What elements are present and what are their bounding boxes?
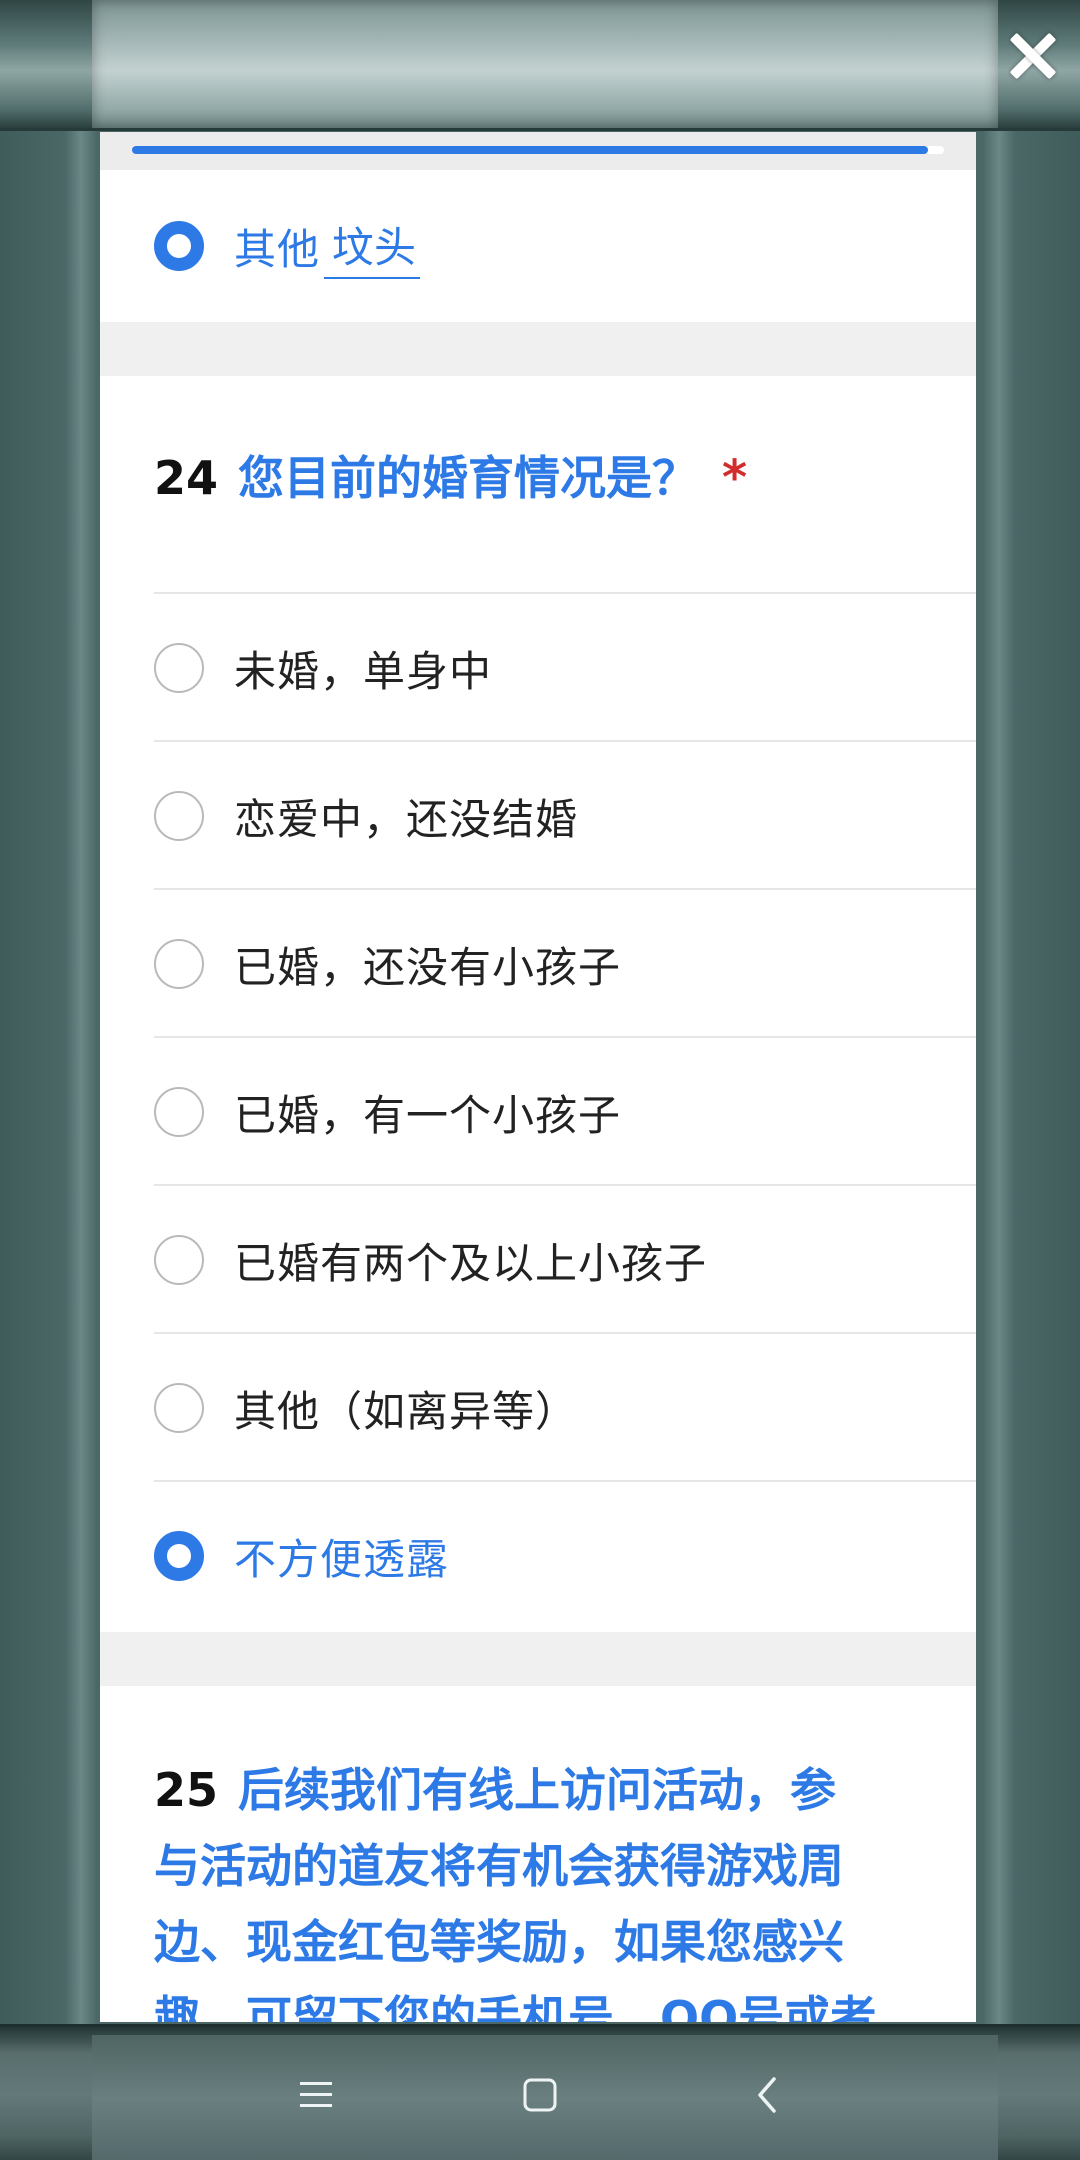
question-25-title: 25 后续我们有线上访问活动，参 与活动的道友将有机会获得游戏周 边、现金红包等奖…	[154, 1752, 944, 2022]
radio-button-checked[interactable]	[154, 1531, 204, 1581]
option-label: 其他	[234, 224, 321, 274]
question-text-line: 后续我们有线上访问活动，参	[238, 1763, 837, 1817]
option-label: 已婚有两个及以上小孩子	[234, 1238, 708, 1288]
top-bar	[0, 0, 1080, 131]
question-number: 24	[154, 451, 219, 505]
question-24-option[interactable]: 已婚，还没有小孩子	[154, 888, 976, 1038]
option-label: 已婚，有一个小孩子	[234, 1090, 622, 1140]
question-text-line: 边、现金红包等奖励，如果您感兴	[154, 1915, 844, 1969]
radio-button-checked[interactable]	[154, 221, 204, 271]
navigation-bar	[0, 2024, 1080, 2160]
radio-button[interactable]	[154, 1087, 204, 1137]
prev-question-option-other[interactable]: 其他 坟头	[154, 172, 976, 320]
radio-button[interactable]	[154, 939, 204, 989]
question-24-option[interactable]: 已婚，有一个小孩子	[154, 1036, 976, 1186]
question-24-option[interactable]: 不方便透露	[154, 1480, 976, 1630]
radio-button[interactable]	[154, 791, 204, 841]
question-text-line: 趣，可留下您的手机号，QQ号或者	[154, 1991, 877, 2022]
option-label: 不方便透露	[234, 1534, 450, 1584]
option-label: 未婚，单身中	[234, 646, 493, 696]
question-text-line: 与活动的道友将有机会获得游戏周	[154, 1839, 844, 1893]
top-bar-title-area	[92, 0, 998, 128]
radio-button[interactable]	[154, 643, 204, 693]
question-24-option[interactable]: 其他（如离异等）	[154, 1332, 976, 1482]
option-label: 恋爱中，还没结婚	[234, 794, 579, 844]
progress-fill	[132, 146, 928, 154]
question-24-option[interactable]: 已婚有两个及以上小孩子	[154, 1184, 976, 1334]
radio-button[interactable]	[154, 1235, 204, 1285]
survey-form: 其他 坟头 24 您目前的婚育情况是？ * 未婚，单身中恋爱中，还没结婚 已婚，还没有…	[100, 132, 976, 2022]
radio-button[interactable]	[154, 1383, 204, 1433]
question-24-option[interactable]: 未婚，单身中	[154, 592, 976, 742]
other-text-input[interactable]: 坟头	[324, 214, 421, 279]
back-chevron-icon[interactable]	[736, 2063, 800, 2127]
home-square-icon[interactable]	[508, 2063, 572, 2127]
section-gap	[100, 1632, 976, 1686]
question-text: 您目前的婚育情况是？	[238, 451, 699, 505]
progress-bar	[100, 132, 976, 170]
option-label: 已婚，还没有小孩子	[234, 942, 622, 992]
question-number: 25	[154, 1763, 219, 1817]
close-icon[interactable]	[1002, 26, 1062, 86]
question-24-option[interactable]: 恋爱中，还没结婚	[154, 740, 976, 890]
progress-track	[132, 146, 944, 154]
required-mark: *	[722, 450, 748, 506]
section-gap	[100, 322, 976, 376]
question-24-title: 24 您目前的婚育情况是？ *	[154, 440, 944, 516]
menu-icon[interactable]	[284, 2063, 348, 2127]
option-label: 其他（如离异等）	[234, 1386, 579, 1436]
